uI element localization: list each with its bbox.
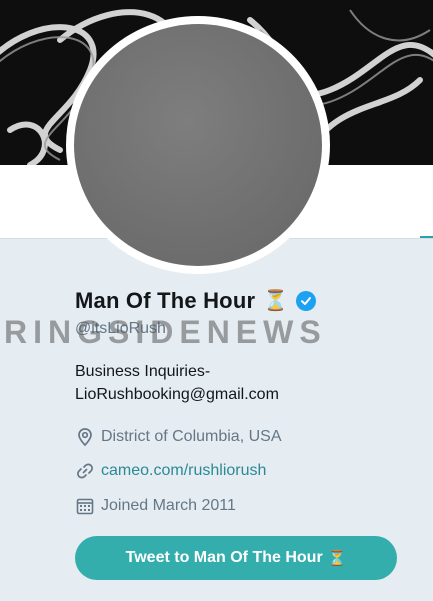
profile-handle[interactable]: @itsLioRush bbox=[75, 320, 166, 338]
profile-website[interactable]: cameo.com/rushliorush bbox=[75, 461, 266, 481]
bio-line: Business Inquiries- bbox=[75, 363, 211, 380]
tweet-button-label: Tweet to Man Of The Hour bbox=[125, 549, 323, 566]
hourglass-icon: ⏳ bbox=[263, 290, 289, 312]
profile-name-row: Man Of The Hour ⏳ bbox=[75, 286, 317, 316]
hourglass-icon: ⏳ bbox=[327, 550, 347, 567]
profile-bio: Business Inquiries- LioRushbooking@gmail… bbox=[75, 360, 279, 406]
location-pin-icon bbox=[78, 428, 92, 447]
verified-badge-icon bbox=[296, 291, 317, 311]
calendar-icon bbox=[76, 498, 94, 515]
display-name[interactable]: Man Of The Hour bbox=[75, 288, 255, 314]
location-text: District of Columbia, USA bbox=[101, 428, 282, 445]
bio-email: LioRushbooking@gmail.com bbox=[75, 386, 279, 403]
link-icon bbox=[77, 463, 93, 479]
avatar-border[interactable] bbox=[66, 16, 330, 274]
joined-text: Joined March 2011 bbox=[101, 497, 236, 514]
profile-location: District of Columbia, USA bbox=[75, 427, 282, 447]
tweet-to-button[interactable]: Tweet to Man Of The Hour ⏳ bbox=[75, 536, 397, 580]
website-link[interactable]: cameo.com/rushliorush bbox=[101, 462, 266, 480]
profile-joined: Joined March 2011 bbox=[75, 496, 236, 516]
avatar[interactable] bbox=[74, 24, 322, 266]
